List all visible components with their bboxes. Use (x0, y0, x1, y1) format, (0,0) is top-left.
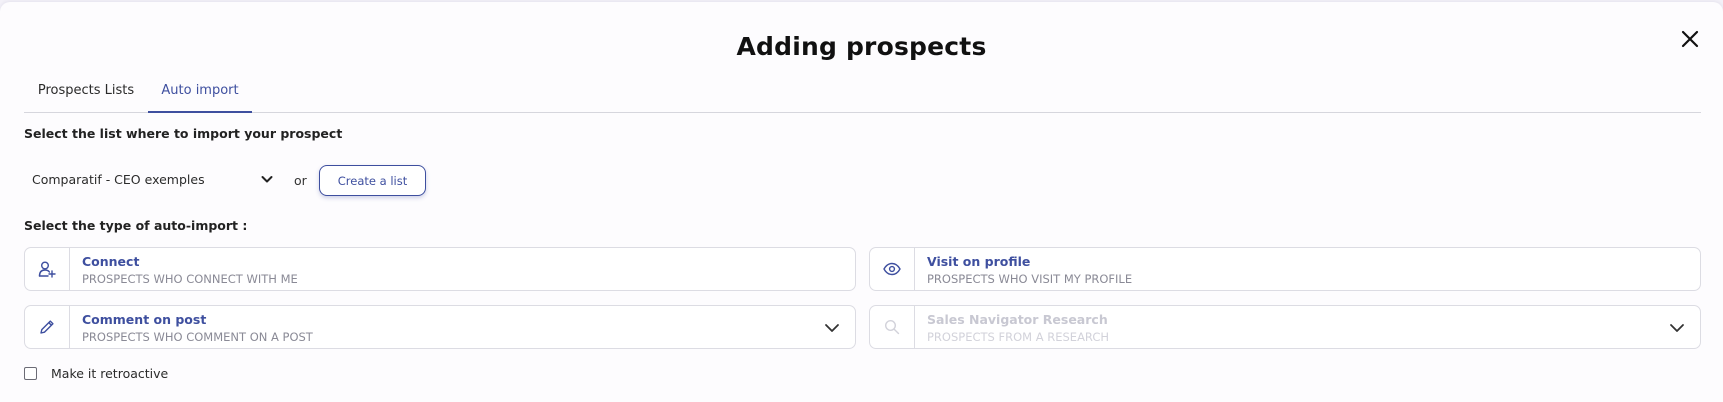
adding-prospects-modal: Adding prospects Prospects Lists Auto im… (0, 2, 1723, 402)
option-title: Sales Navigator Research (927, 312, 1108, 327)
close-icon (1681, 30, 1699, 48)
eye-icon (883, 262, 901, 276)
option-title: Visit on profile (927, 254, 1031, 269)
tab-auto-import[interactable]: Auto import (148, 72, 252, 113)
option-subtitle: PROSPECTS WHO CONNECT WITH ME (82, 272, 298, 286)
modal-title: Adding prospects (736, 32, 987, 61)
icon-cell (25, 306, 70, 348)
auto-import-option-connect[interactable]: Connect PROSPECTS WHO CONNECT WITH ME (24, 247, 856, 291)
retroactive-label: Make it retroactive (51, 366, 169, 381)
create-list-button[interactable]: Create a list (319, 165, 426, 196)
retroactive-checkbox[interactable] (24, 367, 37, 380)
tab-bar: Prospects Lists Auto import (24, 72, 1701, 113)
user-plus-icon (38, 261, 56, 278)
icon-cell (25, 248, 70, 290)
icon-cell (870, 248, 915, 290)
list-select-value: Comparatif - CEO exemples (32, 171, 205, 187)
search-icon (884, 319, 900, 335)
icon-cell (870, 306, 915, 348)
option-subtitle: PROSPECTS FROM A RESEARCH (927, 330, 1110, 344)
option-subtitle: PROSPECTS WHO VISIT MY PROFILE (927, 272, 1133, 286)
list-select[interactable]: Comparatif - CEO exemples (24, 164, 279, 194)
option-subtitle: PROSPECTS WHO COMMENT ON A POST (82, 330, 313, 344)
tab-prospects-lists[interactable]: Prospects Lists (24, 72, 148, 112)
retroactive-toggle[interactable]: Make it retroactive (24, 366, 168, 381)
pencil-icon (40, 320, 54, 334)
auto-import-option-comment-post[interactable]: Comment on post PROSPECTS WHO COMMENT ON… (24, 305, 856, 349)
chevron-down-icon (1670, 324, 1684, 332)
auto-import-option-sales-navigator: Sales Navigator Research PROSPECTS FROM … (869, 305, 1701, 349)
option-title: Comment on post (82, 312, 207, 327)
chevron-down-icon[interactable] (823, 319, 841, 337)
type-select-label: Select the type of auto-import : (24, 218, 248, 233)
auto-import-option-visit-profile[interactable]: Visit on profile PROSPECTS WHO VISIT MY … (869, 247, 1701, 291)
or-text: or (294, 173, 307, 188)
chevron-down-icon (261, 176, 273, 183)
close-button[interactable] (1677, 26, 1703, 52)
list-select-label: Select the list where to import your pro… (24, 126, 343, 141)
option-title: Connect (82, 254, 140, 269)
